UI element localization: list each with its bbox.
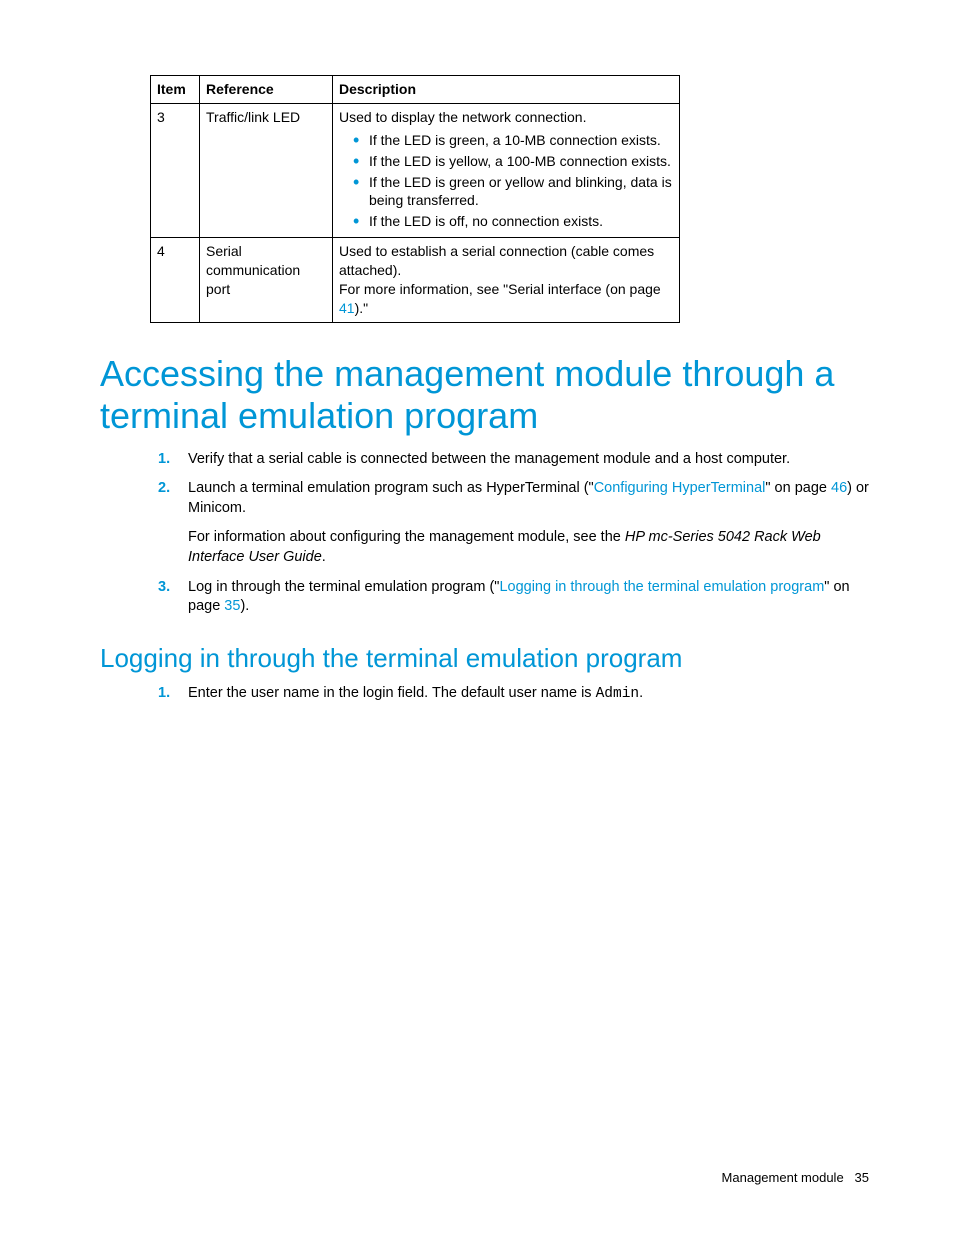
- table-row: 4 Serial communication port Used to esta…: [151, 238, 680, 323]
- th-description: Description: [333, 76, 680, 104]
- step-text-post: .: [639, 685, 643, 701]
- page-footer: Management module 35: [722, 1169, 869, 1187]
- footer-section: Management module: [722, 1170, 844, 1185]
- list-item: If the LED is off, no connection exists.: [353, 212, 673, 231]
- step-text-mid: " on page: [765, 480, 831, 496]
- note-post: .: [322, 549, 326, 565]
- page-link[interactable]: 46: [831, 480, 847, 496]
- desc-intro: Used to display the network connection.: [339, 109, 586, 125]
- desc-line: Used to establish a serial connection (c…: [339, 243, 654, 278]
- step-text-post: ).: [240, 598, 249, 614]
- desc-line-post: ).": [355, 300, 369, 316]
- step-text-pre: Log in through the terminal emulation pr…: [188, 579, 499, 595]
- desc-line-pre: For more information, see "Serial interf…: [339, 281, 661, 297]
- step-item: Log in through the terminal emulation pr…: [150, 578, 869, 617]
- cell-reference: Serial communication port: [200, 238, 333, 323]
- cell-reference: Traffic/link LED: [200, 103, 333, 237]
- heading-logging-in: Logging in through the terminal emulatio…: [100, 641, 869, 676]
- xref-link[interactable]: Logging in through the terminal emulatio…: [499, 579, 824, 595]
- xref-link[interactable]: Configuring HyperTerminal: [594, 480, 766, 496]
- cell-item: 4: [151, 238, 200, 323]
- list-item: If the LED is green or yellow and blinki…: [353, 173, 673, 211]
- reference-table: Item Reference Description 3 Traffic/lin…: [150, 75, 680, 323]
- note-pre: For information about configuring the ma…: [188, 529, 625, 545]
- step-text-pre: Enter the user name in the login field. …: [188, 685, 596, 701]
- code-literal: Admin: [596, 686, 640, 702]
- cell-item: 3: [151, 103, 200, 237]
- page-link[interactable]: 41: [339, 300, 355, 316]
- step-item: Verify that a serial cable is connected …: [150, 450, 869, 470]
- page-link[interactable]: 35: [224, 598, 240, 614]
- steps-sub: Enter the user name in the login field. …: [150, 684, 869, 705]
- th-reference: Reference: [200, 76, 333, 104]
- step-text-pre: Launch a terminal emulation program such…: [188, 480, 594, 496]
- cell-description: Used to establish a serial connection (c…: [333, 238, 680, 323]
- steps-main: Verify that a serial cable is connected …: [150, 450, 869, 617]
- step-note: For information about configuring the ma…: [188, 528, 869, 567]
- desc-bullets: If the LED is green, a 10-MB connection …: [353, 131, 673, 231]
- list-item: If the LED is yellow, a 100-MB connectio…: [353, 152, 673, 171]
- step-item: Launch a terminal emulation program such…: [150, 479, 869, 567]
- table-row: 3 Traffic/link LED Used to display the n…: [151, 103, 680, 237]
- th-item: Item: [151, 76, 200, 104]
- cell-description: Used to display the network connection. …: [333, 103, 680, 237]
- footer-page: 35: [855, 1170, 869, 1185]
- step-text: Verify that a serial cable is connected …: [188, 451, 790, 467]
- list-item: If the LED is green, a 10-MB connection …: [353, 131, 673, 150]
- step-item: Enter the user name in the login field. …: [150, 684, 869, 705]
- heading-accessing: Accessing the management module through …: [100, 353, 869, 438]
